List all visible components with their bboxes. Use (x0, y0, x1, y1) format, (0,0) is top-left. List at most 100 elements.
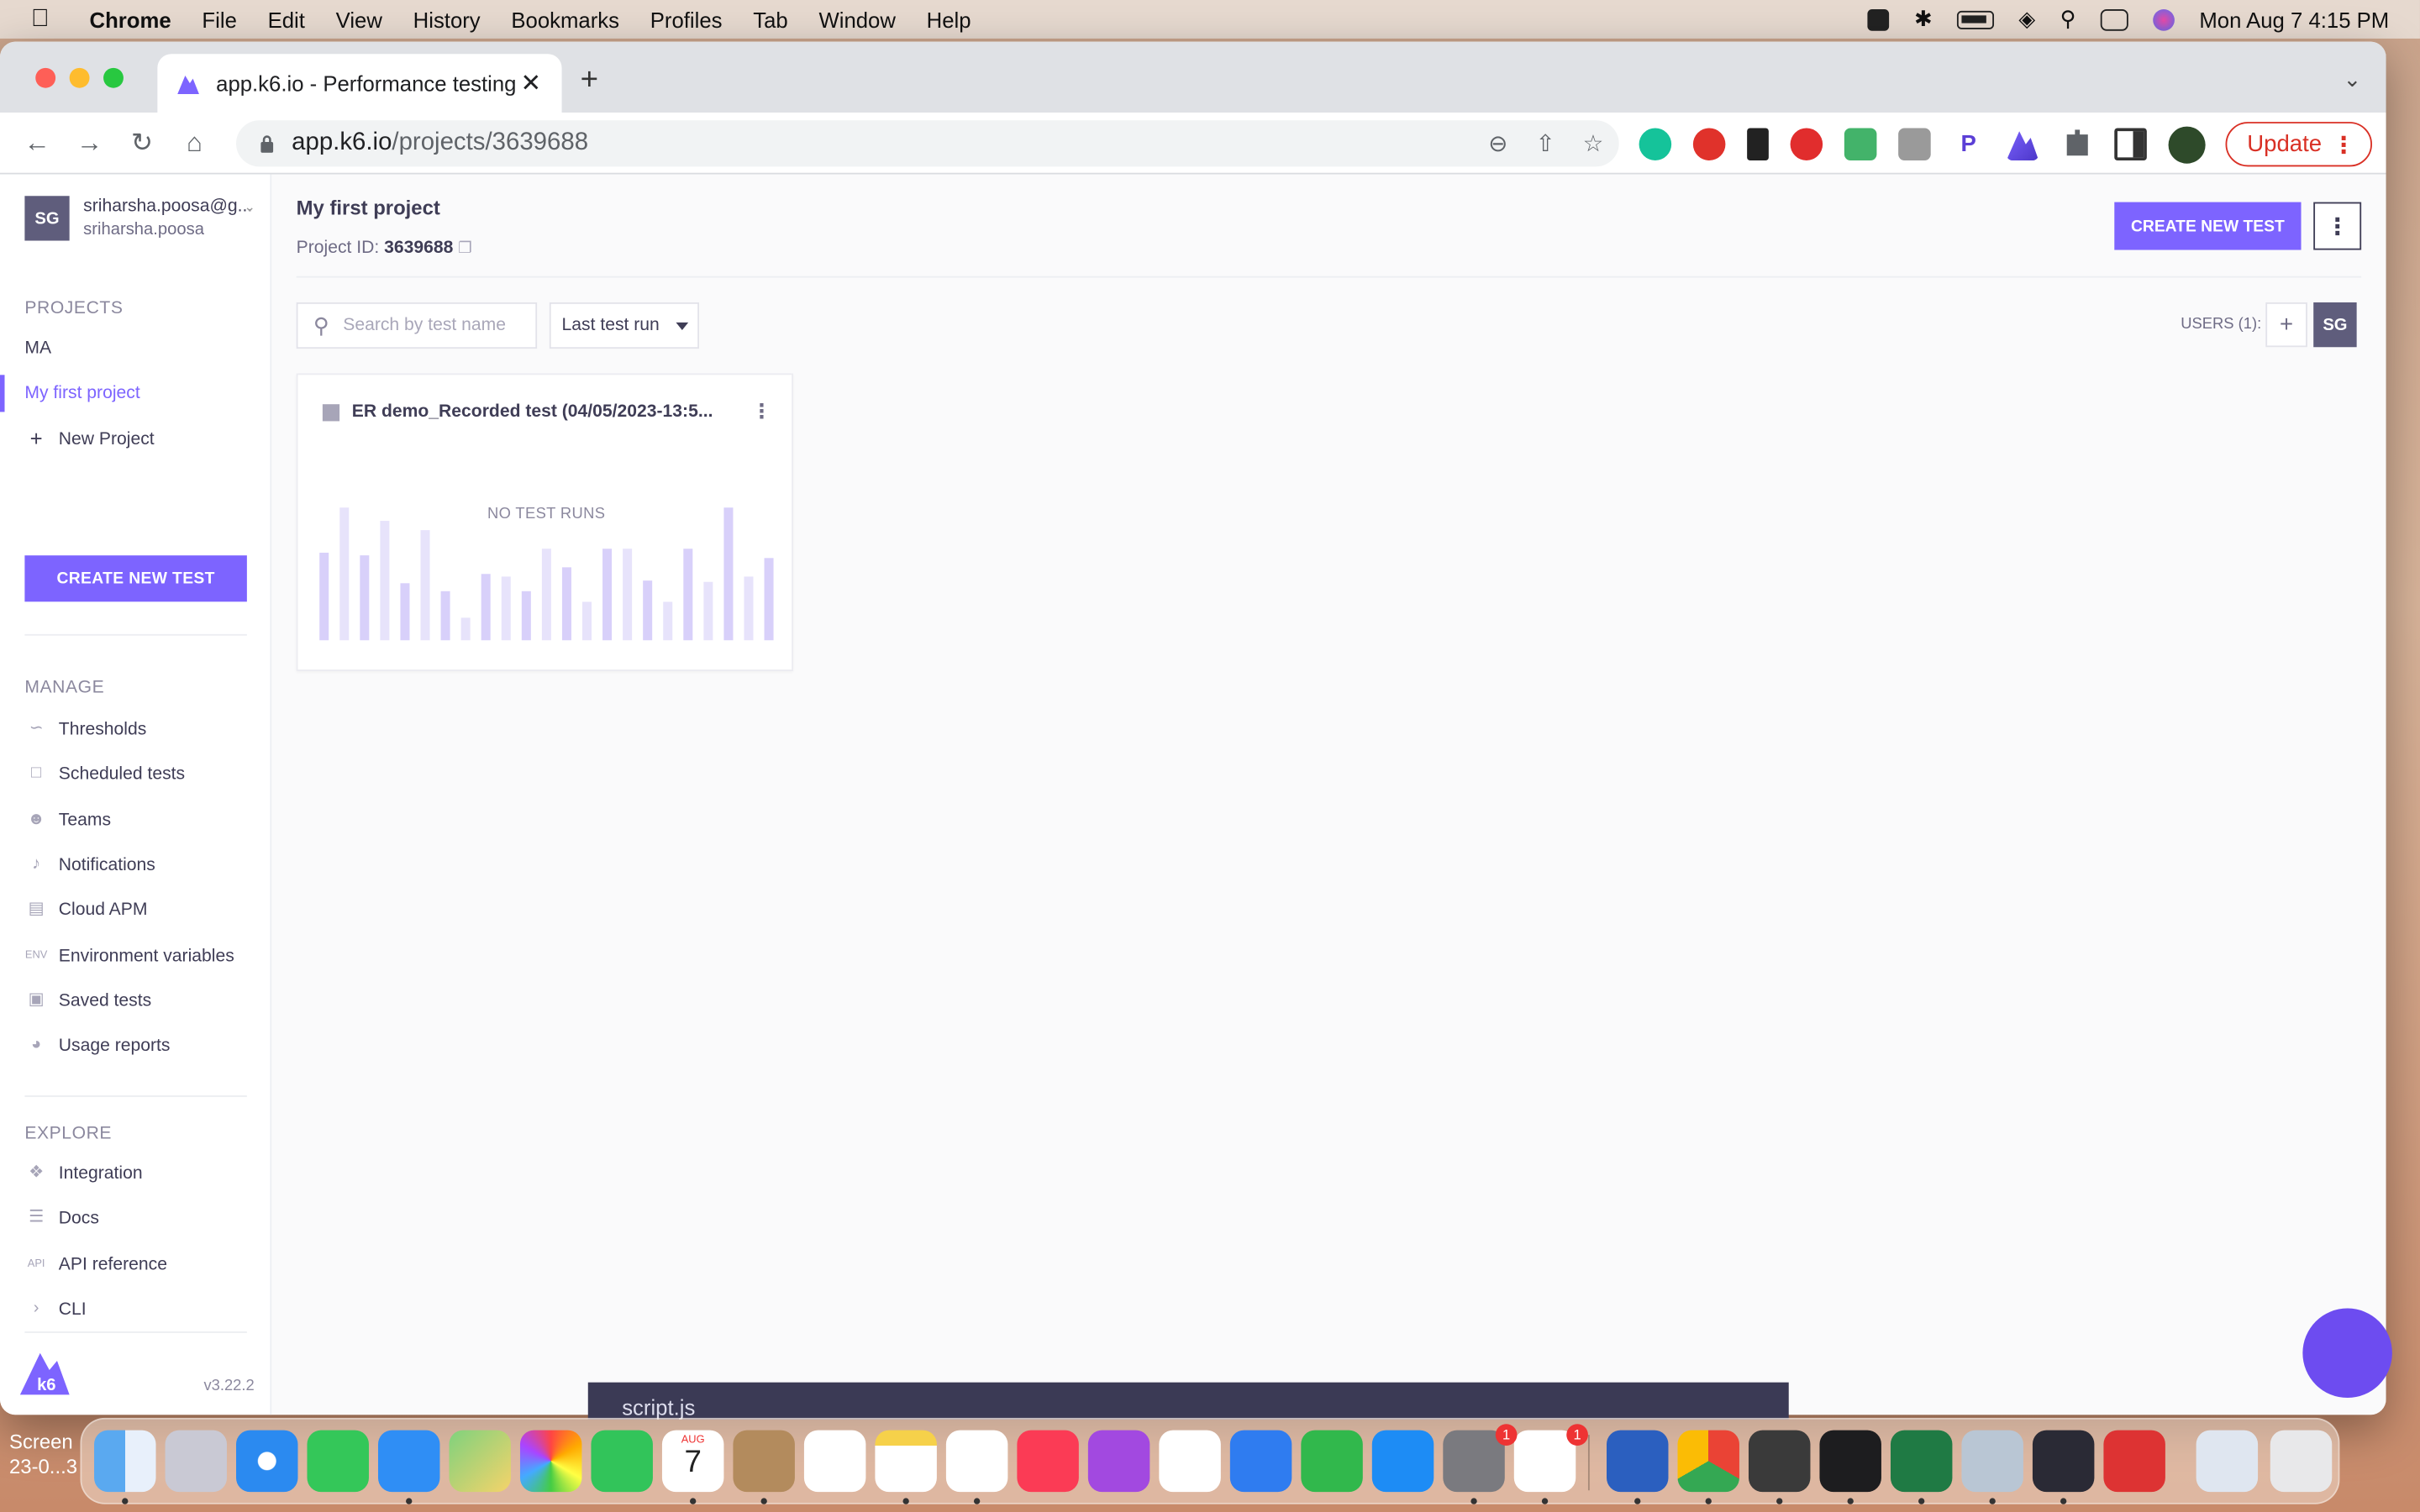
vpn-icon[interactable] (1867, 8, 1890, 30)
create-new-test-button[interactable]: CREATE NEW TEST (2114, 202, 2302, 250)
contacts-icon[interactable] (733, 1430, 795, 1493)
browser-tab[interactable]: app.k6.io - Performance testing ✕ (157, 54, 562, 113)
finder-icon[interactable] (94, 1430, 156, 1493)
spotlight-icon[interactable]: ⚲ (2060, 6, 2076, 32)
control-center-icon[interactable] (2100, 8, 2128, 30)
new-project-link[interactable]: + New Project (24, 428, 155, 449)
add-user-button[interactable]: + (2265, 302, 2307, 348)
word-icon[interactable] (1607, 1430, 1669, 1493)
zoom-out-icon[interactable]: ⊖ (1488, 129, 1507, 157)
keynote-icon[interactable] (1229, 1430, 1292, 1493)
menu-tab[interactable]: Tab (753, 7, 787, 31)
calendar-icon[interactable]: AUG 7 (661, 1430, 724, 1493)
update-button[interactable]: Update ⋮ (2225, 122, 2373, 167)
menu-window[interactable]: Window (818, 7, 895, 31)
downloads-folder-icon[interactable] (2196, 1430, 2259, 1493)
photo-extension-icon[interactable] (1898, 128, 1931, 161)
terminal-icon[interactable] (1819, 1430, 1881, 1493)
menu-help[interactable]: Help (927, 7, 971, 31)
checklist-extension-icon[interactable] (1844, 128, 1877, 161)
apple-icon[interactable]:  (31, 5, 59, 33)
music-icon[interactable] (1017, 1430, 1079, 1493)
new-tab-icon[interactable]: + (581, 63, 598, 98)
menu-profiles[interactable]: Profiles (650, 7, 723, 31)
tab-search-chevron-icon[interactable]: ⌄ (2344, 66, 2362, 92)
stop-extension-icon[interactable] (1790, 128, 1823, 161)
photos-icon[interactable] (519, 1430, 582, 1493)
sidebar-item-scheduled-tests[interactable]: □ Scheduled tests (24, 764, 185, 784)
sort-select[interactable]: Last test run (549, 302, 700, 349)
menu-view[interactable]: View (336, 7, 382, 31)
menu-file[interactable]: File (202, 7, 236, 31)
chrome-icon[interactable] (1677, 1430, 1739, 1493)
sidebar-item-notifications[interactable]: ♪ Notifications (24, 855, 155, 875)
user-avatar[interactable]: SG (2313, 302, 2357, 348)
obsidian-icon[interactable] (2032, 1430, 2095, 1493)
siri-icon[interactable] (2153, 8, 2175, 30)
launchpad-icon[interactable] (165, 1430, 227, 1493)
extensions-puzzle-icon[interactable] (2066, 129, 2088, 156)
sidebar-item-cloud-apm[interactable]: ▤ Cloud APM (24, 900, 148, 920)
user-menu[interactable]: SG sriharsha.poosa@g... sriharsha.poosa … (24, 196, 255, 242)
bluetooth-icon[interactable]: ✱ (1914, 6, 1933, 32)
k6-extension-icon[interactable] (2006, 131, 2039, 161)
freeform-icon[interactable] (945, 1430, 1008, 1493)
bookmark-star-icon[interactable]: ☆ (1583, 129, 1604, 157)
news-icon[interactable] (1159, 1430, 1221, 1493)
side-panel-icon[interactable] (2114, 128, 2147, 161)
zoom-window-button[interactable] (103, 67, 124, 88)
battery-icon[interactable] (1956, 9, 1994, 29)
notes-icon[interactable] (875, 1430, 937, 1493)
podcasts-icon[interactable] (1087, 1430, 1150, 1493)
test-title[interactable]: ER demo_Recorded test (04/05/2023-13:5..… (352, 402, 723, 421)
copy-icon[interactable]: ❐ (458, 241, 471, 258)
forward-icon[interactable]: → (63, 128, 115, 159)
reminders-icon[interactable] (803, 1430, 866, 1493)
sidebar-item-environment-variables[interactable]: ENV Environment variables (24, 946, 234, 966)
project-more-options-icon[interactable]: ⋮ (2313, 202, 2362, 250)
sidebar-item-my-first-project[interactable]: My first project (24, 384, 139, 402)
menu-app-name[interactable]: Chrome (90, 7, 171, 31)
slack-icon[interactable] (1513, 1430, 1576, 1493)
address-bar[interactable]: app.k6.io/projects/3639688 ⊖ ⇧ ☆ (236, 120, 1619, 167)
p-extension-icon[interactable]: P (1952, 128, 1985, 161)
sidebar-item-docs[interactable]: ☰ Docs (24, 1208, 99, 1228)
desktop-screenshot-label[interactable]: Screen 23-0...3 (0, 1415, 92, 1507)
grammarly-extension-icon[interactable] (1639, 128, 1672, 161)
minimize-window-button[interactable] (69, 67, 90, 88)
safari-icon[interactable] (236, 1430, 298, 1493)
sidebar-create-test-button[interactable]: CREATE NEW TEST (24, 555, 247, 602)
k6-logo-icon[interactable]: k6 (18, 1347, 71, 1396)
numbers-icon[interactable] (1301, 1430, 1363, 1493)
system-settings-icon[interactable] (1443, 1430, 1505, 1493)
reload-icon[interactable]: ↻ (116, 128, 168, 159)
search-input[interactable] (343, 316, 513, 335)
sidebar-item-ma[interactable]: MA (24, 339, 51, 358)
chat-support-icon[interactable] (2302, 1308, 2392, 1399)
share-icon[interactable]: ⇧ (1535, 129, 1555, 157)
search-box[interactable]: ⚲ (296, 302, 538, 349)
messages-icon[interactable] (307, 1430, 369, 1493)
sidebar-item-teams[interactable]: ☻ Teams (24, 810, 111, 830)
app-store-icon[interactable] (1371, 1430, 1434, 1493)
menubar-clock[interactable]: Mon Aug 7 4:15 PM (2199, 7, 2389, 31)
facetime-icon[interactable] (591, 1430, 653, 1493)
wifi-icon[interactable]: ◈ (2018, 6, 2035, 32)
profile-avatar-icon[interactable] (2168, 126, 2206, 164)
menu-edit[interactable]: Edit (268, 7, 305, 31)
close-window-button[interactable] (35, 67, 56, 88)
eyedropper-extension-icon[interactable] (1747, 128, 1769, 161)
back-icon[interactable]: ← (11, 128, 63, 159)
home-icon[interactable]: ⌂ (168, 128, 220, 159)
mail-icon[interactable] (377, 1430, 440, 1493)
sidebar-item-saved-tests[interactable]: ▣ Saved tests (24, 990, 152, 1011)
test-more-options-icon[interactable]: ⋮ (751, 400, 771, 424)
menu-history[interactable]: History (413, 7, 481, 31)
preview-icon[interactable] (1961, 1430, 2023, 1493)
menu-bookmarks[interactable]: Bookmarks (511, 7, 619, 31)
close-tab-icon[interactable]: ✕ (518, 68, 543, 99)
trash-icon[interactable] (2270, 1430, 2333, 1493)
maps-icon[interactable] (449, 1430, 511, 1493)
sidebar-item-integration[interactable]: ❖ Integration (24, 1163, 143, 1184)
adblock-extension-icon[interactable] (1692, 128, 1726, 161)
